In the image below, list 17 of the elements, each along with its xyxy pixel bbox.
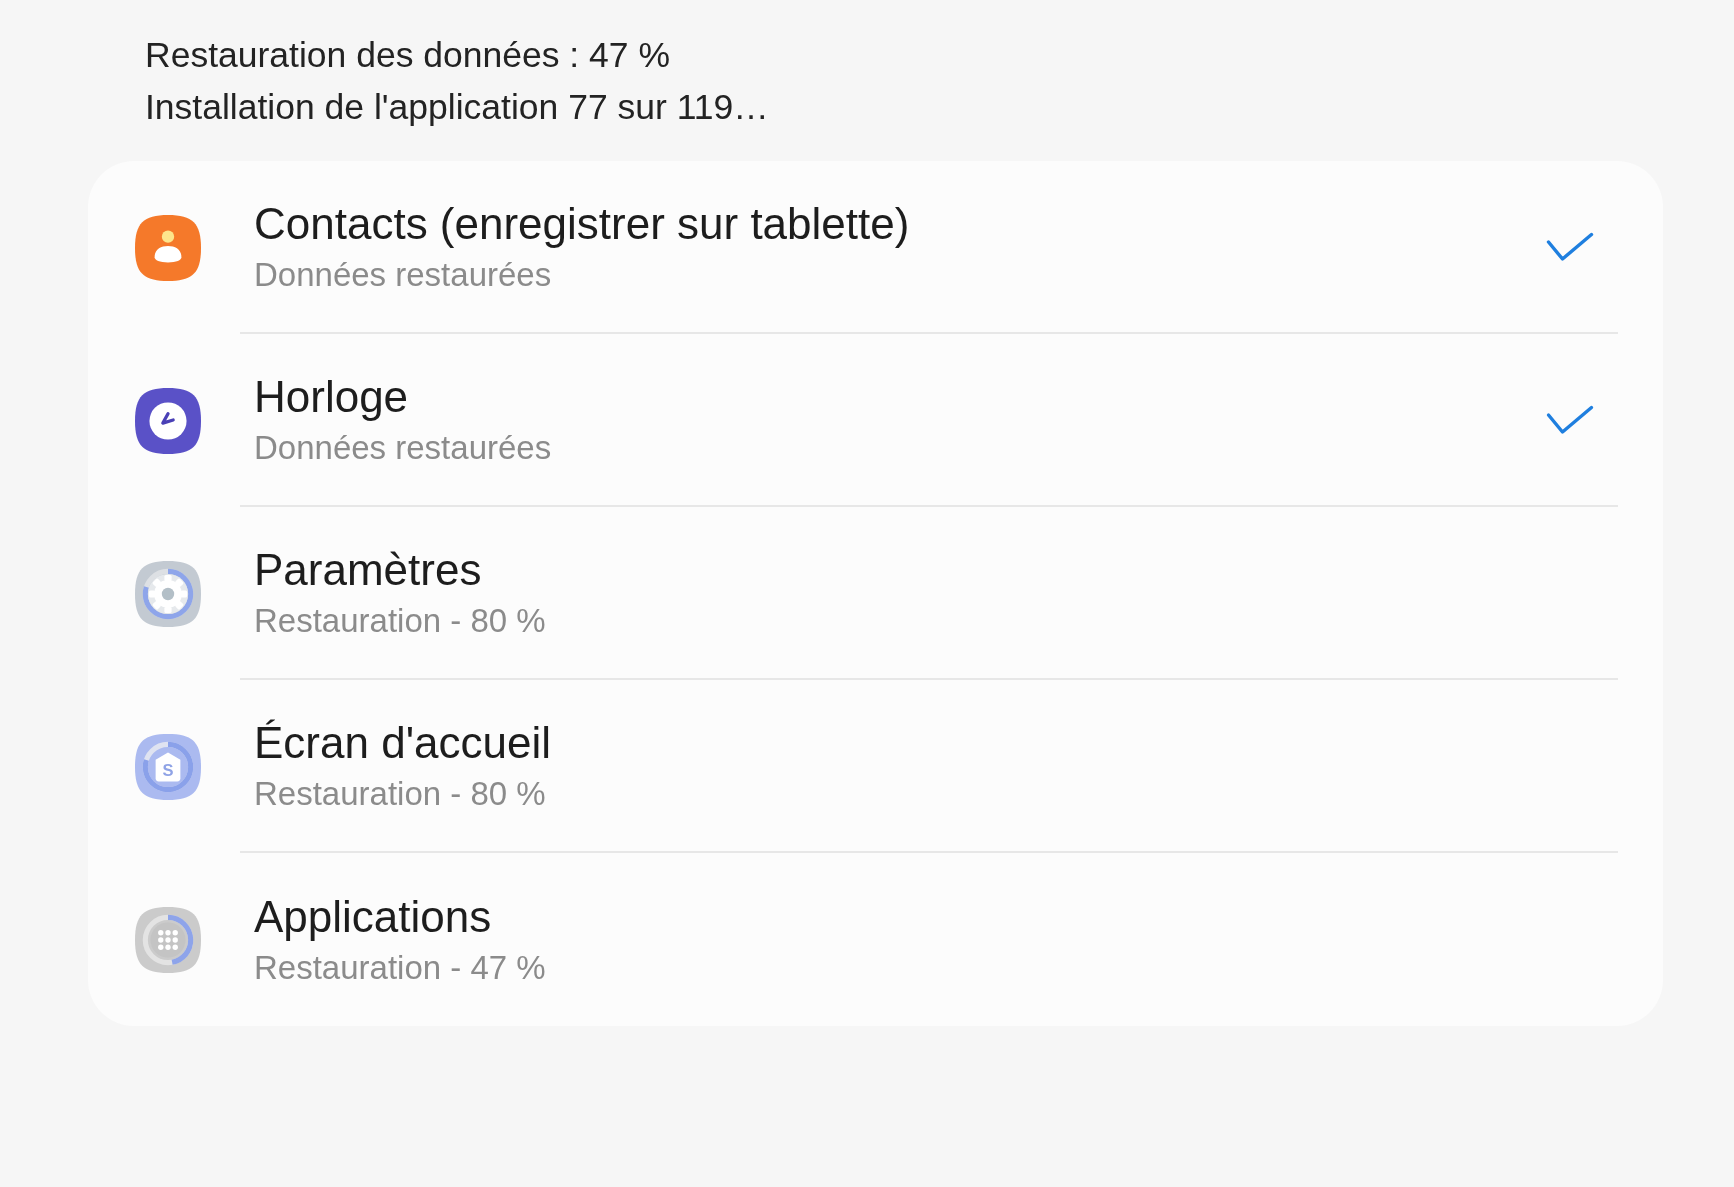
- gear-icon: [135, 560, 201, 627]
- item-status: Restauration - 80 %: [254, 774, 546, 814]
- item-status: Données restaurées: [254, 255, 552, 295]
- item-status: Restauration - 80 %: [254, 601, 546, 641]
- item-title: Contacts (enregistrer sur tablette): [254, 199, 910, 249]
- item-status: Données restaurées: [254, 428, 552, 468]
- item-status: Restauration - 47 %: [254, 948, 546, 988]
- item-title: Applications: [254, 892, 492, 942]
- status-text: Installation de l'application 77 sur 119…: [145, 86, 769, 129]
- item-title: Paramètres: [254, 545, 482, 595]
- app-grid-icon: [135, 906, 201, 973]
- item-title: Horloge: [254, 372, 409, 422]
- home-icon: S: [135, 733, 201, 800]
- item-title: Écran d'accueil: [254, 718, 551, 768]
- status-text: Restauration des données : 47 %: [145, 34, 670, 77]
- clock-icon: [135, 387, 201, 454]
- person-icon: [135, 214, 201, 281]
